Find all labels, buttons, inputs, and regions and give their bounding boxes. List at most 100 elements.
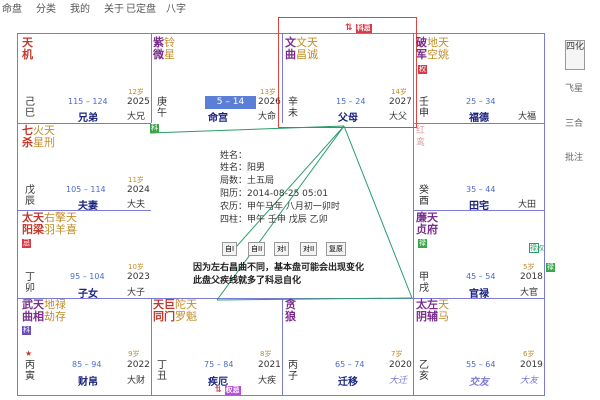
year: 2018	[520, 272, 543, 282]
palace-name: 兄弟	[78, 113, 98, 124]
main-stars: 太左天 阴辅马	[416, 298, 449, 323]
center-four-pillars: 四柱：甲午 壬申 戊辰 乙卯	[220, 215, 328, 225]
side-button-sihua[interactable]: 四化	[565, 40, 585, 70]
main-stars: 天机	[22, 36, 33, 61]
range-selected[interactable]: 5 – 14	[205, 96, 256, 109]
sub-palace: 大命	[258, 112, 277, 122]
note-line-1: 因为左右昌曲不同，基本盘可能会出现变化	[193, 263, 365, 273]
top-menu-bar: 命盘 分类 我的 关于 已定盘 八字	[0, 0, 600, 15]
range: 105 – 114	[66, 185, 106, 194]
sub-palace: 大夫	[127, 200, 146, 210]
sub-palace: 大福	[518, 112, 537, 122]
palace-name: 田宅	[469, 201, 489, 212]
palace-name: 命宫	[208, 113, 228, 124]
top-arrow-badge: ⇅ 科忌	[345, 23, 372, 33]
center-solar-date: 阳历：2014-08-25 05:01	[220, 189, 329, 199]
sub-palace: 大田	[518, 200, 537, 210]
sub-palace: 大疾	[258, 376, 277, 386]
sub-palace: 大友	[520, 376, 539, 386]
sub-palace: 大官	[520, 288, 539, 298]
menu-item-about[interactable]: 关于	[104, 0, 124, 15]
main-stars: 七火天 杀星刑	[22, 124, 55, 149]
note-line-2: 此盘父疾线就多了科忌自化	[193, 276, 302, 286]
badge: 禄	[418, 239, 427, 248]
year: 2019	[520, 360, 543, 370]
menu-item-bazi[interactable]: 八字	[166, 0, 186, 15]
stem-branch: 丁丑	[157, 360, 167, 382]
stem-branch: 乙亥	[419, 360, 429, 382]
range: 85 – 94	[72, 360, 102, 369]
age-label: 6岁	[523, 350, 535, 358]
palace-name: 福德	[469, 113, 489, 124]
menu-item-category[interactable]: 分类	[36, 0, 56, 15]
main-stars: 红鸾	[416, 126, 426, 148]
sub-palace: 大兄	[127, 112, 146, 122]
palace-name: 迁移	[338, 377, 358, 388]
stem-branch: 庚午	[157, 97, 167, 119]
badge: 忌	[22, 239, 31, 248]
main-stars: 天巨陀天 同门罗魁	[153, 298, 197, 323]
center-name: 姓名：阳男	[220, 163, 266, 173]
palace-name: 夫妻	[78, 201, 98, 212]
palace-name: 官禄	[469, 289, 489, 300]
range: 15 – 24	[336, 97, 366, 106]
star-icon: ★	[25, 349, 33, 358]
menu-item-chart[interactable]: 命盘	[2, 0, 22, 15]
right-arrow-badge: 禄	[546, 263, 555, 272]
side-button-notes[interactable]: 批注	[565, 152, 583, 180]
center-bureau: 局数：土五局	[220, 176, 275, 186]
range: 35 – 44	[466, 185, 496, 194]
btn-opp-1[interactable]: 对I	[274, 242, 290, 256]
year: 2024	[127, 185, 150, 195]
sub-palace: 大财	[127, 376, 146, 386]
main-stars: 文文天 曲昌诚	[285, 36, 318, 61]
badge: 科	[22, 326, 31, 335]
palace-name: 子女	[78, 289, 98, 300]
side-button-feixing[interactable]: 飞星	[565, 83, 583, 111]
range: 65 – 74	[335, 360, 365, 369]
stem-branch: 丙寅	[25, 360, 35, 382]
sub-palace: 大迁	[389, 376, 408, 386]
main-stars: 破地天 军空姚	[416, 36, 449, 61]
main-stars: 太天右擎天 阳梁羽羊喜	[22, 211, 77, 236]
menu-item-mine[interactable]: 我的	[70, 0, 90, 15]
stem-branch: 丙子	[288, 360, 298, 382]
year: 2026	[258, 97, 281, 107]
range: 75 – 84	[204, 360, 234, 369]
btn-opp-2[interactable]: 对II	[300, 242, 318, 256]
range: 25 – 34	[466, 97, 496, 106]
palace-name: 交友	[469, 377, 489, 388]
palace-name: 父母	[338, 113, 358, 124]
btn-self-1[interactable]: 自I	[222, 242, 238, 256]
main-stars: 贪狼	[285, 298, 296, 323]
bottom-arrow-badge: ⇅ 权忌	[215, 385, 241, 395]
btn-reset[interactable]: 复原	[326, 242, 346, 256]
year: 2027	[389, 97, 412, 107]
stem-branch: 戊辰	[25, 185, 35, 207]
age-label: 8岁	[260, 350, 272, 358]
btn-self-2[interactable]: 自II	[248, 242, 266, 256]
main-stars: 紫铃 微星	[153, 36, 175, 61]
sub-palace: 大子	[127, 288, 146, 298]
age-label: 7岁	[391, 350, 403, 358]
age-label: 14岁	[391, 88, 407, 96]
year: 2022	[127, 360, 150, 370]
stem-branch: 辛未	[288, 97, 298, 119]
sub-palace: 大父	[389, 112, 408, 122]
year: 2025	[127, 97, 150, 107]
stem-branch: 癸酉	[419, 185, 429, 207]
main-stars: 武天地禄 曲相劫存	[22, 298, 66, 323]
year: 2021	[258, 360, 281, 370]
side-button-sanhe[interactable]: 三合	[565, 118, 583, 146]
age-label: 12岁	[128, 88, 144, 96]
center-lunar-date: 农历：甲午马年 八月初一卯时	[220, 202, 340, 212]
menu-item-fixed[interactable]: 已定盘	[126, 0, 156, 15]
age-label: 13岁	[260, 88, 276, 96]
range: 45 – 54	[466, 272, 496, 281]
badge: 权	[418, 65, 427, 74]
main-stars: 廉天 贞府	[416, 211, 438, 236]
age-label: 5岁	[523, 263, 535, 271]
age-label: 10岁	[128, 263, 144, 271]
stem-branch: 己巳	[25, 97, 35, 119]
right-badge: 禄权	[529, 243, 544, 253]
